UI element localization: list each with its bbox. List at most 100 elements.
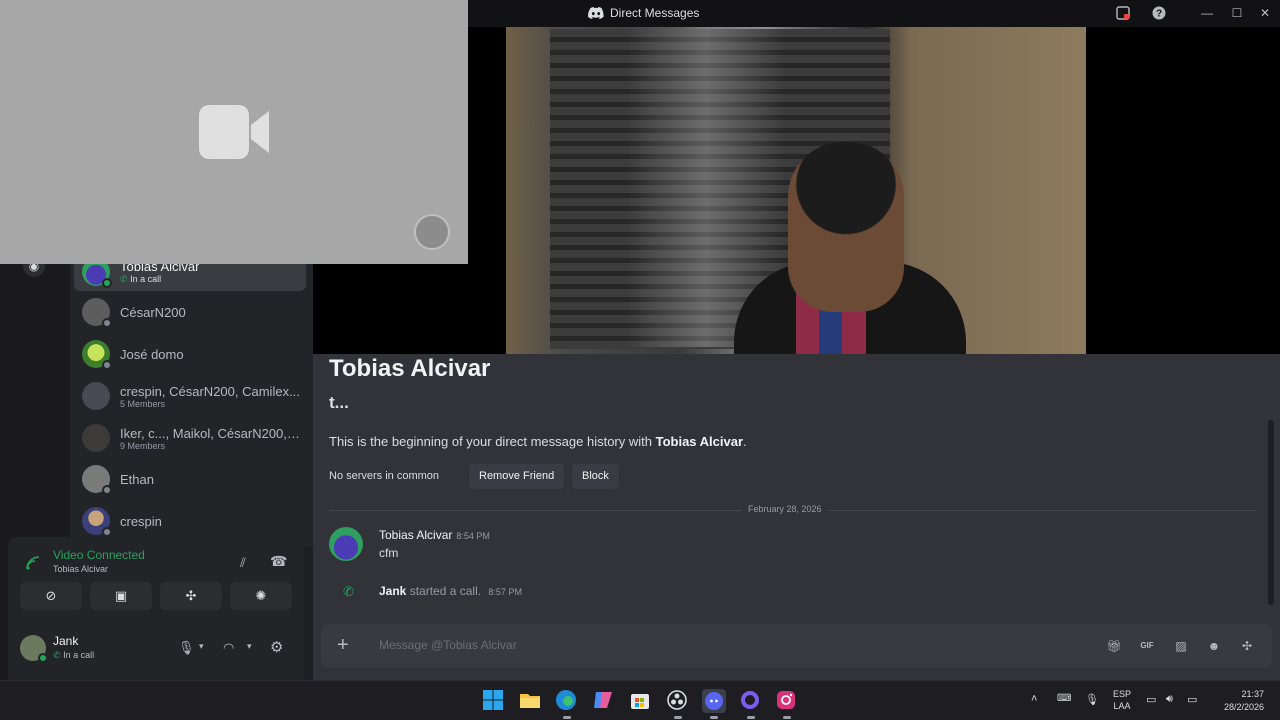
close-button[interactable]: ✕ bbox=[1256, 4, 1274, 22]
activities-icon: ✣ bbox=[185, 588, 197, 603]
activities-button[interactable]: ✣ bbox=[160, 582, 222, 610]
dm-members: 5 Members bbox=[120, 398, 166, 409]
volume-icon[interactable]: 🔊︎ bbox=[1166, 693, 1173, 706]
settings-gear-icon[interactable]: ⚙ bbox=[270, 638, 283, 656]
add-attachment-icon[interactable]: + bbox=[337, 634, 349, 657]
chevron-down-icon[interactable]: ▾ bbox=[199, 641, 204, 652]
instagram-icon[interactable] bbox=[775, 689, 799, 719]
camera-off-button[interactable]: ⊘ bbox=[20, 582, 82, 610]
dm-item-cesar[interactable]: CésarN200 bbox=[74, 293, 306, 331]
chevron-down-icon[interactable]: ▾ bbox=[247, 641, 252, 652]
voice-panel: Video Connected Tobias Alcivar ⫽ ☎ ⊘ ▣ ✣… bbox=[8, 537, 304, 697]
network-icon[interactable]: ▭ bbox=[1146, 693, 1156, 706]
taskbar: ˄ ⌨ 🎙︎ ESP LAA ▭ 🔊︎ ▭ 21:37 28/2/2026 bbox=[0, 680, 1280, 720]
obs-icon[interactable] bbox=[666, 689, 690, 719]
call-started-icon: ✆ bbox=[343, 584, 354, 599]
dm-name: crespin, CésarN200, Camilex... bbox=[120, 383, 300, 399]
user-name[interactable]: Jank bbox=[53, 634, 78, 648]
phone-icon: ✆ bbox=[120, 274, 128, 284]
message-composer: + Message @Tobias Alcivar 🎁︎ GIF ▨ ☻ ✣ bbox=[321, 624, 1272, 668]
window-title-text: Direct Messages bbox=[610, 6, 700, 20]
microphone-icon[interactable]: 🎙︎ bbox=[178, 640, 195, 656]
maximize-button[interactable]: ☐ bbox=[1228, 4, 1246, 22]
messenger-icon[interactable] bbox=[739, 689, 763, 719]
recipient-name: Tobias Alcivar bbox=[329, 355, 491, 382]
message-text: cfm bbox=[379, 546, 399, 560]
remove-friend-button[interactable]: Remove Friend bbox=[469, 464, 565, 489]
discord-icon bbox=[588, 7, 604, 19]
discord-taskbar-icon[interactable] bbox=[702, 689, 726, 719]
disconnect-icon[interactable]: ☎ bbox=[270, 553, 287, 570]
clock[interactable]: 21:37 28/2/2026 bbox=[1217, 688, 1264, 714]
headphones-icon[interactable]: ◠ bbox=[223, 640, 234, 656]
copilot-icon[interactable] bbox=[592, 689, 616, 713]
dm-members: 9 Members bbox=[120, 440, 166, 451]
group-avatar bbox=[82, 424, 110, 452]
avatar bbox=[82, 298, 112, 328]
date-divider-label: February 28, 2026 bbox=[742, 504, 828, 514]
dm-name: Iker, c..., Maikol, CésarN200, ... bbox=[120, 425, 300, 441]
dm-item-ethan[interactable]: Ethan bbox=[74, 460, 306, 498]
emoji-icon[interactable]: ☻ bbox=[1205, 637, 1223, 655]
user-avatar[interactable] bbox=[20, 635, 48, 663]
minimize-button[interactable]: — bbox=[1198, 4, 1216, 22]
video-feed bbox=[506, 27, 1086, 354]
popout-avatar bbox=[414, 214, 450, 250]
apps-icon[interactable]: ✣ bbox=[1238, 637, 1256, 655]
battery-icon[interactable]: ▭ bbox=[1187, 693, 1197, 706]
microphone-tray-icon[interactable]: 🎙︎ bbox=[1085, 693, 1099, 706]
help-icon[interactable]: ? bbox=[1151, 5, 1167, 21]
chat-header: Tobias Alcivar t... bbox=[329, 355, 490, 413]
avatar bbox=[82, 507, 112, 537]
message-time: 8:54 PM bbox=[456, 531, 490, 541]
video-camera-icon bbox=[199, 105, 269, 159]
gift-icon[interactable]: 🎁︎ bbox=[1105, 637, 1123, 655]
share-screen-button[interactable]: ▣ bbox=[90, 582, 152, 610]
svg-text:?: ? bbox=[1156, 9, 1162, 20]
sticker-icon[interactable]: ▨ bbox=[1172, 637, 1190, 655]
screen-share-icon: ▣ bbox=[114, 588, 128, 603]
camera-off-icon: ⊘ bbox=[45, 588, 57, 603]
message-input[interactable]: Message @Tobias Alcivar bbox=[379, 638, 517, 652]
noise-suppression-icon[interactable]: ⫽ bbox=[240, 555, 246, 571]
dm-status: ✆ In a call bbox=[120, 274, 162, 284]
phone-icon: ✆ bbox=[53, 650, 61, 660]
voice-channel[interactable]: Tobias Alcivar bbox=[53, 564, 108, 574]
system-message: Jank started a call. 8:57 PM bbox=[379, 584, 522, 598]
block-button[interactable]: Block bbox=[572, 464, 619, 489]
language-indicator[interactable]: ESP LAA bbox=[1113, 688, 1131, 712]
intro-name: Tobias Alcivar bbox=[655, 434, 744, 449]
soundboard-button[interactable]: ✺ bbox=[230, 582, 292, 610]
recipient-username: t... bbox=[329, 393, 349, 412]
dm-name: crespin bbox=[120, 513, 162, 529]
avatar bbox=[82, 465, 112, 495]
window-title: Direct Messages bbox=[588, 6, 699, 20]
dm-item-group-crespin[interactable]: crespin, CésarN200, Camilex... 5 Members bbox=[74, 377, 306, 415]
dm-item-jose[interactable]: José domo bbox=[74, 335, 306, 373]
user-status: ✆ In a call bbox=[53, 650, 95, 660]
message-author[interactable]: Tobias Alcivar 8:54 PM bbox=[379, 528, 490, 542]
dm-name: CésarN200 bbox=[120, 304, 186, 320]
windows-start-icon[interactable] bbox=[482, 689, 506, 713]
avatar bbox=[82, 340, 112, 370]
gif-icon[interactable]: GIF bbox=[1138, 637, 1156, 655]
dm-name: José domo bbox=[120, 346, 184, 362]
edge-icon[interactable] bbox=[555, 689, 579, 719]
store-icon[interactable] bbox=[629, 689, 653, 713]
voice-status[interactable]: Video Connected bbox=[53, 548, 145, 562]
video-popout[interactable] bbox=[0, 0, 468, 264]
group-avatar bbox=[82, 382, 110, 410]
scrollbar[interactable] bbox=[1268, 420, 1274, 605]
no-servers-label: No servers in common bbox=[329, 470, 440, 482]
dm-item-crespin[interactable]: crespin bbox=[74, 502, 306, 540]
inbox-icon[interactable] bbox=[1115, 5, 1131, 21]
dm-item-group-iker[interactable]: Iker, c..., Maikol, CésarN200, ... 9 Mem… bbox=[74, 419, 306, 457]
dm-name: Ethan bbox=[120, 471, 154, 487]
message-avatar[interactable] bbox=[329, 527, 363, 561]
chevron-up-icon[interactable]: ˄ bbox=[1031, 693, 1037, 705]
input-method-icon[interactable]: ⌨ bbox=[1057, 693, 1071, 704]
file-explorer-icon[interactable] bbox=[519, 689, 543, 713]
signal-icon[interactable] bbox=[26, 556, 40, 575]
soundboard-icon: ✺ bbox=[255, 588, 267, 603]
person-head bbox=[788, 142, 904, 312]
